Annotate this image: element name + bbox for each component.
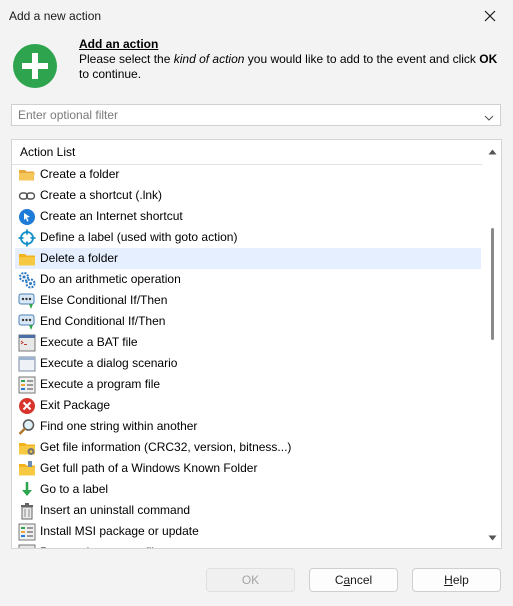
list-item-label: Else Conditional If/Then — [40, 293, 168, 307]
crosshair-icon — [18, 229, 36, 247]
header-description: Please select the kind of action you wou… — [79, 52, 498, 81]
cancel-button[interactable]: Cancel — [309, 568, 398, 592]
ok-button[interactable]: OK — [206, 568, 295, 592]
list-item[interactable]: Go to a label — [15, 479, 481, 500]
list-item[interactable]: Define a label (used with goto action) — [15, 227, 481, 248]
dialog-window-icon — [18, 355, 36, 373]
list-item-label: Execute a BAT file — [40, 335, 138, 349]
list-item[interactable]: Install MSI package or update — [15, 521, 481, 542]
list-item-label: Get file information (CRC32, version, bi… — [40, 440, 292, 454]
msi-icon — [18, 523, 36, 541]
list-item-label: Create a folder — [40, 167, 120, 181]
filter-combobox[interactable] — [11, 104, 501, 126]
list-item[interactable]: Do an arithmetic operation — [15, 269, 481, 290]
list-item-label: Execute a program file — [40, 377, 161, 391]
list-item[interactable]: Create a folder — [15, 164, 481, 185]
vertical-scrollbar[interactable] — [483, 140, 501, 548]
internet-shortcut-icon — [18, 208, 36, 226]
conditional-icon — [18, 292, 36, 310]
down-arrow-icon — [18, 481, 36, 499]
list-item[interactable]: End Conditional If/Then — [15, 311, 481, 332]
list-item-label: Do an arithmetic operation — [40, 272, 181, 286]
list-item-label: Insert an uninstall command — [40, 503, 191, 517]
link-icon — [18, 187, 36, 205]
exit-icon — [18, 397, 36, 415]
uninstall-icon — [18, 502, 36, 520]
dialog-header: Add an action Please select the kind of … — [0, 32, 513, 94]
filter-input[interactable] — [12, 105, 478, 125]
file-info-icon — [18, 439, 36, 457]
window-title: Add a new action — [9, 9, 102, 23]
list-item-label: Delete a folder — [40, 251, 119, 265]
close-icon[interactable] — [483, 9, 499, 25]
list-item-label: Install MSI package or update — [40, 524, 199, 538]
images-icon — [18, 544, 36, 548]
list-item[interactable]: Find one string within another — [15, 416, 481, 437]
title-bar: Add a new action — [0, 0, 513, 32]
header-title: Add an action — [79, 37, 159, 51]
list-item-label: End Conditional If/Then — [40, 314, 166, 328]
list-item[interactable]: Insert an uninstall command — [15, 500, 481, 521]
list-item[interactable]: Process images on file — [15, 542, 481, 548]
list-column-header[interactable]: Action List — [12, 140, 482, 165]
list-item-label: Find one string within another — [40, 419, 198, 433]
list-item[interactable]: Delete a folder — [15, 248, 481, 269]
conditional-icon — [18, 313, 36, 331]
gears-icon — [18, 271, 36, 289]
list-item[interactable]: Get file information (CRC32, version, bi… — [15, 437, 481, 458]
magnifier-icon — [18, 418, 36, 436]
list-item-label: Exit Package — [40, 398, 111, 412]
action-list[interactable]: Action List Create a folder Create a shor… — [11, 139, 502, 549]
list-item[interactable]: Execute a dialog scenario — [15, 353, 481, 374]
list-item[interactable]: Create an Internet shortcut — [15, 206, 481, 227]
list-item-label: Get full path of a Windows Known Folder — [40, 461, 258, 475]
add-icon — [13, 44, 57, 88]
list-item-label: Go to a label — [40, 482, 109, 496]
folder-delete-icon — [18, 250, 36, 268]
scroll-up-icon[interactable] — [488, 144, 497, 158]
program-file-icon — [18, 376, 36, 394]
scrollbar-thumb[interactable] — [491, 228, 494, 340]
scroll-down-icon[interactable] — [488, 530, 497, 544]
list-item[interactable]: Execute a program file — [15, 374, 481, 395]
list-item[interactable]: Execute a BAT file — [15, 332, 481, 353]
list-item[interactable]: Create a shortcut (.lnk) — [15, 185, 481, 206]
list-item[interactable]: Get full path of a Windows Known Folder — [15, 458, 481, 479]
list-item-label: Define a label (used with goto action) — [40, 230, 238, 244]
list-item-label: Execute a dialog scenario — [40, 356, 178, 370]
list-item-label: Create an Internet shortcut — [40, 209, 183, 223]
help-button[interactable]: Help — [412, 568, 501, 592]
list-item[interactable]: Exit Package — [15, 395, 481, 416]
chevron-down-icon[interactable] — [484, 111, 494, 125]
list-item[interactable]: Else Conditional If/Then — [15, 290, 481, 311]
bat-file-icon — [18, 334, 36, 352]
list-item-label: Create a shortcut (.lnk) — [40, 188, 163, 202]
list-item-label: Process images on file — [40, 545, 161, 548]
folder-open-icon — [18, 166, 36, 184]
known-folder-icon — [18, 460, 36, 478]
